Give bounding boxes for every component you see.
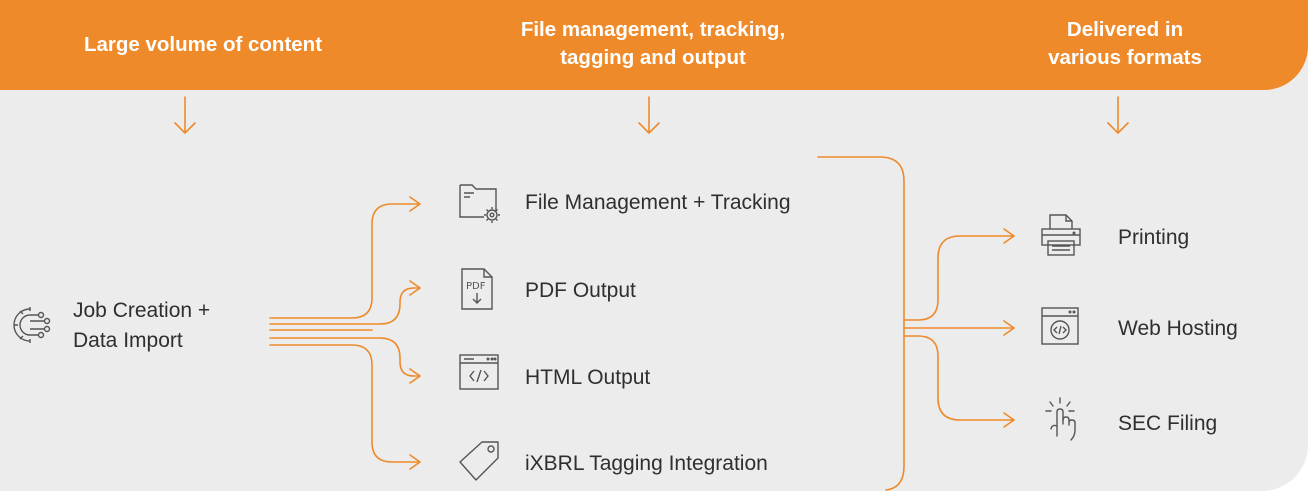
svg-text:PDF: PDF <box>466 281 486 292</box>
connector-to-sec-filing <box>903 335 1015 428</box>
pdf-file-icon: PDF <box>461 268 493 310</box>
click-hand-icon <box>1045 397 1076 441</box>
tag-icon <box>459 441 499 481</box>
process-label-html-output: HTML Output <box>525 366 651 389</box>
connector-to-ixbrl-tagging <box>269 344 421 470</box>
process-label-ixbrl-tagging: iXBRL Tagging Integration <box>525 452 768 475</box>
process-label-file-management: File Management + Tracking <box>525 191 791 214</box>
source-label: Job Creation + Data Import <box>73 296 210 356</box>
connector-to-web-hosting <box>903 320 1015 336</box>
gear-circuit-icon <box>13 307 51 343</box>
output-label-sec-filing: SEC Filing <box>1118 412 1218 435</box>
html-window-icon <box>459 354 499 390</box>
output-label-printing: Printing <box>1118 226 1190 249</box>
connector-to-printing <box>903 228 1015 321</box>
printer-icon <box>1041 214 1081 256</box>
flow-connectors <box>174 96 1129 491</box>
process-label-pdf-output: PDF Output <box>525 279 636 302</box>
source-label-line2: Data Import <box>73 329 183 352</box>
process-group-bracket <box>817 156 905 491</box>
down-arrow-col3 <box>1107 96 1129 134</box>
output-label-web-hosting: Web Hosting <box>1118 317 1238 340</box>
web-code-icon <box>1041 307 1079 345</box>
source-label-line1: Job Creation + <box>73 299 211 322</box>
connector-to-file-management <box>269 196 421 319</box>
folder-gear-icon <box>459 184 500 223</box>
down-arrow-col1 <box>174 96 196 134</box>
down-arrow-col2 <box>638 96 660 134</box>
